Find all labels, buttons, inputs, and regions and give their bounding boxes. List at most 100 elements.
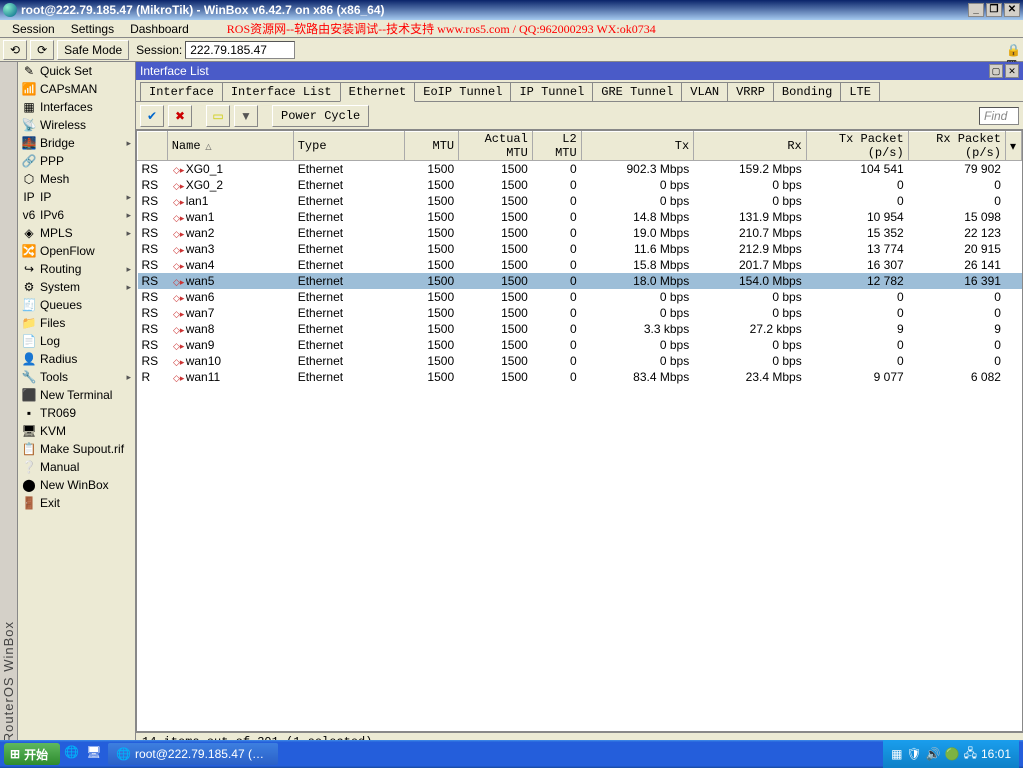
sidebar-item-new-winbox[interactable]: ⬤New WinBox	[18, 476, 135, 494]
close-button[interactable]: ✕	[1004, 3, 1020, 17]
tab-lte[interactable]: LTE	[840, 82, 880, 101]
table-row[interactable]: RS◇▸wan6Ethernet1500150000 bps0 bps00	[138, 289, 1022, 305]
start-button[interactable]: ⊞ 开始	[4, 743, 60, 765]
pane-close[interactable]: ✕	[1005, 64, 1019, 78]
col-header[interactable]: Tx Packet (p/s)	[806, 132, 908, 161]
col-header[interactable]: L2 MTU	[532, 132, 581, 161]
filter-button[interactable]: ▼	[234, 105, 258, 127]
tab-interface[interactable]: Interface	[140, 82, 223, 101]
sidebar-item-radius[interactable]: 👤Radius	[18, 350, 135, 368]
sidebar-item-openflow[interactable]: 🔀OpenFlow	[18, 242, 135, 260]
sidebar-item-exit[interactable]: 🚪Exit	[18, 494, 135, 512]
sidebar-item-label: Files	[40, 316, 65, 330]
tab-vrrp[interactable]: VRRP	[727, 82, 774, 101]
vertical-title: RouterOS WinBox	[0, 62, 18, 750]
menu-settings[interactable]: Settings	[63, 22, 122, 36]
sidebar-item-bridge[interactable]: 🌉Bridge▸	[18, 134, 135, 152]
sidebar-item-system[interactable]: ⚙System▸	[18, 278, 135, 296]
sidebar-item-queues[interactable]: 🧾Queues	[18, 296, 135, 314]
sidebar-item-kvm[interactable]: 🖥KVM	[18, 422, 135, 440]
col-header[interactable]: Name	[167, 132, 293, 161]
maximize-button[interactable]: ❐	[986, 3, 1002, 17]
sidebar-item-tr069[interactable]: ▪TR069	[18, 404, 135, 422]
table-row[interactable]: RS◇▸XG0_2Ethernet1500150000 bps0 bps00	[138, 177, 1022, 193]
col-header[interactable]: Tx	[581, 132, 694, 161]
power-cycle-button[interactable]: Power Cycle	[272, 105, 369, 127]
table-row[interactable]: RS◇▸XG0_1Ethernet150015000902.3 Mbps159.…	[138, 161, 1022, 177]
sidebar-item-label: Make Supout.rif	[40, 442, 124, 456]
sidebar-item-new-terminal[interactable]: ⬛New Terminal	[18, 386, 135, 404]
table-row[interactable]: RS◇▸wan3Ethernet15001500011.6 Mbps212.9 …	[138, 241, 1022, 257]
tab-ip-tunnel[interactable]: IP Tunnel	[510, 82, 593, 101]
col-header[interactable]: MTU	[405, 132, 459, 161]
sidebar-item-interfaces[interactable]: ▦Interfaces	[18, 98, 135, 116]
col-header[interactable]: Actual MTU	[459, 132, 533, 161]
radius-icon: 👤	[22, 352, 36, 366]
comment-button[interactable]: ▭	[206, 105, 230, 127]
sidebar-item-tools[interactable]: 🔧Tools▸	[18, 368, 135, 386]
tray-input-icon[interactable]: ▦	[891, 747, 902, 761]
table-row[interactable]: RS◇▸wan9Ethernet1500150000 bps0 bps00	[138, 337, 1022, 353]
minimize-button[interactable]: _	[968, 3, 984, 17]
tray-shield-icon[interactable]: 🛡	[906, 747, 921, 761]
table-row[interactable]: RS◇▸wan7Ethernet1500150000 bps0 bps00	[138, 305, 1022, 321]
menu-session[interactable]: Session	[4, 22, 63, 36]
session-value: 222.79.185.47	[185, 41, 295, 59]
disable-button[interactable]: ✖	[168, 105, 192, 127]
enable-button[interactable]: ✔	[140, 105, 164, 127]
table-row[interactable]: RS◇▸lan1Ethernet1500150000 bps0 bps00	[138, 193, 1022, 209]
col-header[interactable]: Rx	[694, 132, 807, 161]
ql-ie-icon[interactable]: 🌐	[64, 745, 82, 763]
tab-vlan[interactable]: VLAN	[681, 82, 728, 101]
clock[interactable]: 16:01	[981, 747, 1011, 761]
sidebar-item-log[interactable]: 📄Log	[18, 332, 135, 350]
pane-minimize[interactable]: ▢	[989, 64, 1003, 78]
windows-icon: ⊞	[10, 747, 20, 761]
tab-bonding[interactable]: Bonding	[773, 82, 841, 101]
table-row[interactable]: RS◇▸wan8Ethernet1500150003.3 kbps27.2 kb…	[138, 321, 1022, 337]
exit-icon: 🚪	[22, 496, 36, 510]
sidebar-item-make-supout.rif[interactable]: 📋 Make Supout.rif	[18, 440, 135, 458]
tray-volume-icon[interactable]: 🔊	[926, 747, 941, 761]
table-row[interactable]: R◇▸wan11Ethernet15001500083.4 Mbps23.4 M…	[138, 369, 1022, 385]
menu-dashboard[interactable]: Dashboard	[122, 22, 197, 36]
sidebar-item-routing[interactable]: ↪Routing▸	[18, 260, 135, 278]
sidebar-item-quick-set[interactable]: ✎Quick Set	[18, 62, 135, 80]
table-row[interactable]: RS◇▸wan4Ethernet15001500015.8 Mbps201.7 …	[138, 257, 1022, 273]
sidebar-item-label: System	[40, 280, 80, 294]
table-row[interactable]: RS◇▸wan5Ethernet15001500018.0 Mbps154.0 …	[138, 273, 1022, 289]
forward-button[interactable]: ⟳	[30, 40, 54, 60]
col-header[interactable]: Type	[293, 132, 405, 161]
tab-gre-tunnel[interactable]: GRE Tunnel	[592, 82, 682, 101]
titlebar: root@222.79.185.47 (MikroTik) - WinBox v…	[0, 0, 1023, 20]
task-winbox[interactable]: 🌐 root@222.79.185.47 (Mi...	[108, 743, 278, 765]
sidebar-item-label: New WinBox	[40, 478, 109, 492]
table-row[interactable]: RS◇▸wan2Ethernet15001500019.0 Mbps210.7 …	[138, 225, 1022, 241]
sidebar-item-capsman[interactable]: 📶CAPsMAN	[18, 80, 135, 98]
sidebar-item-files[interactable]: 📁Files	[18, 314, 135, 332]
tray-network-icon[interactable]: 🖧	[964, 744, 977, 765]
col-header[interactable]: Rx Packet (p/s)	[908, 132, 1005, 161]
safe-mode-button[interactable]: Safe Mode	[57, 40, 129, 60]
back-button[interactable]: ⟲	[3, 40, 27, 60]
tab-eoip-tunnel[interactable]: EoIP Tunnel	[414, 82, 511, 101]
sidebar-item-mpls[interactable]: ◈MPLS▸	[18, 224, 135, 242]
sidebar-item-ppp[interactable]: 🔗PPP	[18, 152, 135, 170]
table-row[interactable]: RS◇▸wan1Ethernet15001500014.8 Mbps131.9 …	[138, 209, 1022, 225]
supout-icon: 📋	[22, 442, 36, 456]
sidebar-item-ip[interactable]: IPIP▸	[18, 188, 135, 206]
sidebar-item-mesh[interactable]: ⬡Mesh	[18, 170, 135, 188]
tab-interface-list[interactable]: Interface List	[222, 82, 341, 101]
chevron-right-icon: ▸	[126, 210, 131, 221]
table-row[interactable]: RS◇▸wan10Ethernet1500150000 bps0 bps00	[138, 353, 1022, 369]
sidebar-item-ipv6[interactable]: v6IPv6▸	[18, 206, 135, 224]
col-menu[interactable]: ▾	[1005, 132, 1021, 161]
ql-desktop-icon[interactable]: 🖥	[86, 745, 104, 763]
find-input[interactable]: Find	[979, 107, 1019, 125]
tray-safe-icon[interactable]: 🟢	[945, 747, 960, 761]
hide-passwords-icon[interactable]: 🔒 ▦	[1006, 43, 1020, 57]
sidebar-item-wireless[interactable]: 📡Wireless	[18, 116, 135, 134]
tab-ethernet[interactable]: Ethernet	[340, 82, 416, 102]
sidebar-item-manual[interactable]: ❔Manual	[18, 458, 135, 476]
col-header[interactable]	[138, 132, 168, 161]
